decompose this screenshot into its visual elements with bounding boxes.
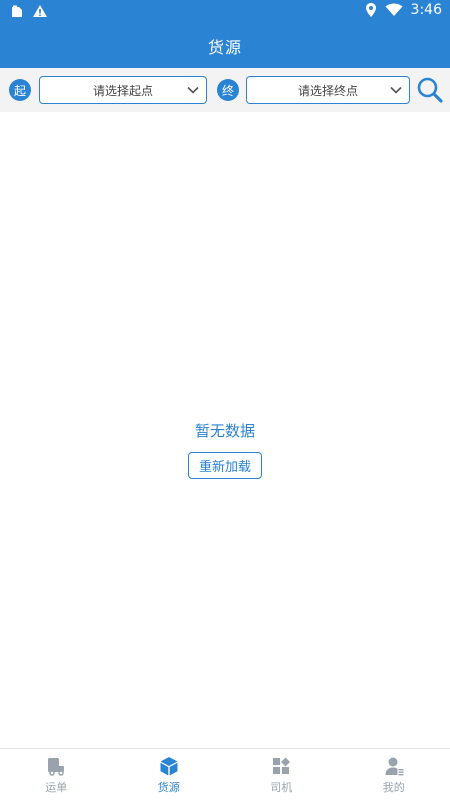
empty-state-message: 暂无数据 bbox=[194, 422, 255, 440]
app-bar: 货源 bbox=[0, 24, 450, 68]
wifi-icon bbox=[385, 3, 403, 17]
bottom-tab-bar: 运单 货源 司机 我的 bbox=[0, 748, 450, 800]
destination-select[interactable]: 请选择终点 bbox=[246, 76, 410, 104]
profile-icon bbox=[385, 757, 404, 776]
reload-button[interactable]: 重新加载 bbox=[188, 452, 262, 479]
tab-label: 我的 bbox=[382, 781, 405, 794]
search-button[interactable] bbox=[416, 76, 444, 104]
chevron-down-icon bbox=[186, 83, 200, 100]
tab-label: 司机 bbox=[270, 781, 293, 794]
origin-select[interactable]: 请选择起点 bbox=[39, 76, 207, 104]
tab-profile[interactable]: 我的 bbox=[338, 749, 450, 800]
status-bar: 3:46 bbox=[0, 0, 450, 24]
search-icon bbox=[417, 77, 443, 103]
chevron-down-icon bbox=[389, 83, 403, 100]
cargo-box-icon bbox=[160, 757, 178, 776]
destination-select-label: 请选择终点 bbox=[297, 83, 358, 98]
tab-cargo[interactable]: 货源 bbox=[113, 749, 226, 800]
warning-icon bbox=[32, 4, 48, 18]
driver-grid-icon bbox=[273, 757, 291, 774]
waybill-icon bbox=[48, 758, 65, 776]
status-time: 3:46 bbox=[410, 2, 442, 18]
tab-waybill[interactable]: 运单 bbox=[0, 749, 113, 800]
page-title: 货源 bbox=[207, 38, 242, 57]
location-pin-icon bbox=[365, 2, 377, 18]
origin-select-label: 请选择起点 bbox=[92, 83, 153, 98]
origin-badge: 起 bbox=[9, 79, 31, 101]
tab-label: 货源 bbox=[157, 781, 180, 794]
tab-label: 运单 bbox=[45, 781, 68, 794]
sim-card-icon bbox=[10, 4, 24, 18]
destination-badge: 终 bbox=[217, 79, 239, 101]
tab-driver[interactable]: 司机 bbox=[225, 749, 338, 800]
